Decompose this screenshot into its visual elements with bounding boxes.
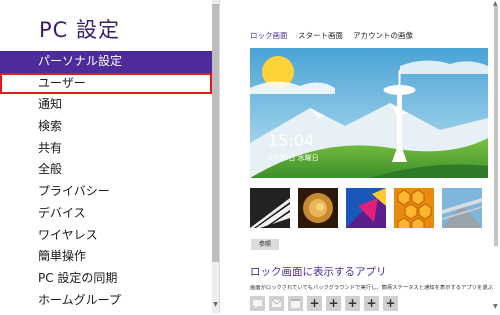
content-scrollbar-thumb[interactable] bbox=[494, 6, 498, 246]
sidebar-item-sync[interactable]: PC 設定の同期 bbox=[0, 268, 212, 290]
settings-sidebar: PC 設定 パーソナル設定 ユーザー 通知 検索 共有 全般 プライバシー デバ… bbox=[0, 0, 219, 313]
calendar-icon bbox=[291, 299, 300, 308]
lock-apps-heading: ロック画面に表示するアプリ bbox=[250, 266, 387, 278]
lock-time: 15:04 bbox=[268, 131, 315, 150]
scroll-down-arrow-icon[interactable]: ▼ bbox=[212, 300, 219, 310]
add-app-button-5[interactable]: + bbox=[383, 296, 398, 311]
page-title: PC 設定 bbox=[39, 18, 121, 42]
calendar-app-slot[interactable] bbox=[288, 296, 303, 311]
thumbnail-honeycomb[interactable] bbox=[394, 188, 434, 228]
pane-divider bbox=[219, 0, 220, 313]
mail-icon bbox=[271, 299, 282, 307]
sidebar-item-notifications[interactable]: 通知 bbox=[0, 94, 212, 116]
add-app-button-3[interactable]: + bbox=[345, 296, 360, 311]
chat-app-slot[interactable] bbox=[250, 296, 265, 311]
browse-button[interactable]: 参照 bbox=[251, 239, 279, 250]
content-scroll-down-arrow-icon[interactable]: ▼ bbox=[493, 303, 498, 310]
sidebar-item-wireless[interactable]: ワイヤレス bbox=[0, 225, 212, 247]
thumbnail-abstract[interactable] bbox=[346, 188, 386, 228]
sidebar-item-devices[interactable]: デバイス bbox=[0, 203, 212, 225]
tab-start-screen[interactable]: スタート画面 bbox=[298, 30, 343, 41]
scroll-up-arrow-icon[interactable]: ▲ bbox=[493, 0, 498, 7]
sidebar-item-homegroup[interactable]: ホームグループ bbox=[0, 290, 212, 312]
thumbnail-shell[interactable] bbox=[298, 188, 338, 228]
tab-account-picture[interactable]: アカウントの画像 bbox=[353, 30, 413, 41]
sidebar-item-privacy[interactable]: プライバシー bbox=[0, 181, 212, 203]
sidebar-scrollbar-thumb[interactable] bbox=[212, 4, 219, 262]
sidebar-item-users[interactable]: ユーザー bbox=[0, 72, 212, 95]
thumbnail-piano[interactable] bbox=[250, 188, 290, 228]
tab-lock-screen[interactable]: ロック画面 bbox=[250, 30, 288, 41]
thumbnail-highway[interactable] bbox=[442, 188, 482, 228]
sidebar-item-search[interactable]: 検索 bbox=[0, 116, 212, 138]
mail-app-slot[interactable] bbox=[269, 296, 284, 311]
chat-icon bbox=[253, 300, 262, 308]
lock-date: 8月29日 水曜日 bbox=[268, 154, 319, 162]
lock-apps-description: 画面がロックされていてもバックグラウンドで実行し、簡易ステータスと通知を表示する… bbox=[250, 285, 493, 291]
sidebar-item-ease-of-access[interactable]: 簡単操作 bbox=[0, 246, 212, 268]
add-app-button-2[interactable]: + bbox=[326, 296, 341, 311]
add-app-button-1[interactable]: + bbox=[307, 296, 322, 311]
add-app-button-4[interactable]: + bbox=[364, 296, 379, 311]
sidebar-nav: パーソナル設定 ユーザー 通知 検索 共有 全般 プライバシー デバイス ワイヤ… bbox=[0, 51, 212, 311]
sidebar-item-general[interactable]: 全般 bbox=[0, 159, 212, 181]
sidebar-item-share[interactable]: 共有 bbox=[0, 138, 212, 160]
sidebar-item-personalize[interactable]: パーソナル設定 bbox=[0, 51, 212, 73]
